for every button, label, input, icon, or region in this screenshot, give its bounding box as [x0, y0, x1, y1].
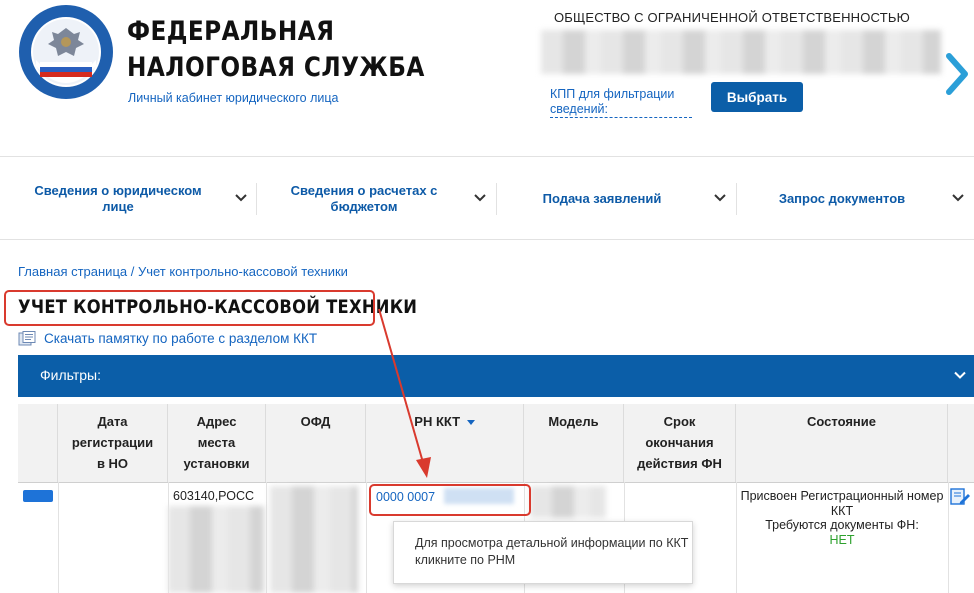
document-icon	[18, 331, 36, 346]
nav-item-document-requests[interactable]: Запрос документов	[742, 157, 974, 241]
row-select-button[interactable]	[23, 490, 53, 502]
redacted-model	[530, 486, 606, 518]
nav-item-budget-settlements[interactable]: Сведения о расчетах с бюджетом	[262, 157, 496, 241]
column-divider	[366, 482, 367, 593]
redacted-address	[168, 506, 264, 593]
column-header-model: Модель	[524, 404, 624, 482]
nav-label: Сведения о юридическом лице	[34, 183, 202, 214]
fns-emblem-logo	[19, 5, 113, 99]
address-cell: 603140,РОСС	[173, 489, 255, 503]
company-type-label: ОБЩЕСТВО С ОГРАНИЧЕННОЙ ОТВЕТСТВЕННОСТЬЮ	[554, 10, 910, 25]
rnm-tooltip: Для просмотра детальной информации по КК…	[393, 521, 693, 584]
chevron-down-icon	[474, 194, 486, 202]
column-header-registration-date: Дата регистрации в НО	[58, 404, 168, 482]
column-header-select	[18, 404, 58, 482]
nav-label: Запрос документов	[778, 191, 906, 206]
column-header-rnm[interactable]: РН ККТ	[366, 404, 524, 482]
nav-divider	[256, 183, 257, 215]
select-button[interactable]: Выбрать	[711, 82, 803, 112]
redacted-ofd	[270, 486, 358, 593]
org-title-line2: НАЛОГОВАЯ СЛУЖБА	[127, 52, 425, 83]
nav-item-applications[interactable]: Подача заявлений	[502, 157, 736, 241]
edit-document-icon[interactable]	[950, 488, 970, 506]
column-header-label: Срок окончания действия ФН	[637, 414, 722, 471]
download-memo-label: Скачать памятку по работе с разделом ККТ	[44, 331, 318, 346]
column-header-address: Адрес места установки	[168, 404, 266, 482]
org-title: ФЕДЕРАЛЬНАЯ НАЛОГОВАЯ СЛУЖБА	[127, 14, 425, 86]
column-header-label: Адрес места установки	[183, 414, 250, 471]
download-memo-link[interactable]: Скачать памятку по работе с разделом ККТ	[18, 331, 317, 346]
nav-label: Подача заявлений	[542, 191, 662, 206]
chevron-down-icon	[714, 194, 726, 202]
filters-panel-toggle[interactable]: Фильтры:	[18, 355, 974, 397]
breadcrumb[interactable]: Главная страница / Учет контрольно-кассо…	[18, 264, 348, 279]
column-divider	[266, 482, 267, 593]
row-divider	[18, 482, 974, 483]
column-divider	[948, 482, 949, 593]
column-divider	[58, 482, 59, 593]
org-title-line1: ФЕДЕРАЛЬНАЯ	[127, 16, 335, 47]
chevron-down-icon	[952, 194, 964, 202]
chevron-down-icon	[235, 194, 247, 202]
main-nav: Сведения о юридическом лице Сведения о р…	[0, 156, 974, 240]
column-header-label: Дата регистрации в НО	[71, 414, 154, 471]
chevron-down-icon	[954, 371, 966, 379]
fn-docs-required-label: Требуются документы ФН:	[765, 518, 919, 532]
column-header-fn-expiry: Срок окончания действия ФН	[624, 404, 736, 482]
column-header-actions	[948, 404, 974, 482]
status-cell: Присвоен Регистрационный номер ККТ Требу…	[736, 489, 948, 547]
chevron-right-icon[interactable]	[943, 52, 971, 96]
fn-docs-required-value: НЕТ	[829, 532, 855, 547]
nav-divider	[736, 183, 737, 215]
nav-label: Сведения о расчетах с бюджетом	[290, 183, 438, 214]
column-header-status: Состояние	[736, 404, 948, 482]
title-highlight-annotation	[4, 290, 375, 326]
kpp-filter-link[interactable]: КПП для фильтрации сведений:	[550, 87, 692, 118]
sort-down-icon	[466, 419, 475, 425]
nav-divider	[496, 183, 497, 215]
column-header-label: РН ККТ	[414, 414, 461, 429]
rnm-highlight-annotation	[369, 484, 531, 516]
nav-item-company-info[interactable]: Сведения о юридическом лице	[20, 157, 256, 241]
status-text: Присвоен Регистрационный номер ККТ	[740, 489, 944, 518]
redacted-company-name	[541, 30, 941, 74]
column-header-ofd: ОФД	[266, 404, 366, 482]
cabinet-subtitle: Личный кабинет юридического лица	[128, 91, 339, 105]
filters-label: Фильтры:	[40, 367, 101, 383]
